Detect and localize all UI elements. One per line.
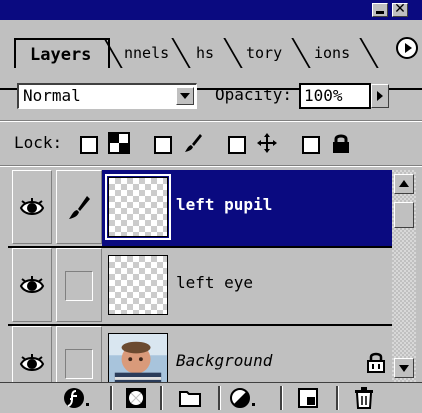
scroll-thumb[interactable] — [394, 202, 414, 228]
chevron-down-icon[interactable] — [176, 87, 194, 105]
vertical-scrollbar[interactable] — [392, 170, 416, 382]
new-layer-icon — [298, 388, 318, 408]
layer-info[interactable]: Background — [102, 326, 392, 382]
visibility-toggle[interactable] — [12, 248, 52, 322]
trash-icon — [355, 387, 373, 409]
layer-name: left eye — [176, 273, 254, 292]
layer-thumbnail — [108, 255, 168, 315]
lock-position-checkbox[interactable] — [228, 136, 246, 154]
tab-divider — [359, 38, 379, 68]
toolbar-divider — [336, 386, 339, 410]
eye-icon — [19, 276, 45, 293]
lock-image-checkbox[interactable] — [154, 136, 172, 154]
layer-thumbnail — [105, 174, 171, 240]
link-box — [65, 349, 93, 379]
layer-info[interactable]: left eye — [102, 248, 392, 324]
tab-channels[interactable]: nnels — [124, 40, 178, 66]
new-layer-button[interactable] — [288, 386, 328, 410]
palette-tab-row: Layers nnels hs tory ions — [0, 20, 422, 90]
adjustment-layer-button[interactable] — [224, 386, 264, 410]
lock-all-checkbox[interactable] — [302, 136, 320, 154]
tab-history[interactable]: tory — [246, 40, 288, 66]
close-icon: ✕ — [394, 1, 406, 17]
layer-row[interactable]: Background — [8, 326, 392, 382]
blend-mode-value: Normal — [23, 86, 81, 105]
opacity-input[interactable]: 100% — [299, 83, 371, 109]
brush-icon — [185, 134, 202, 152]
new-set-icon — [179, 391, 201, 407]
layer-style-button[interactable] — [58, 386, 98, 410]
tab-divider — [291, 38, 311, 68]
move-cross-icon — [257, 133, 277, 153]
link-box — [65, 271, 93, 301]
opacity-slider-button[interactable] — [371, 84, 389, 108]
new-set-button[interactable] — [170, 386, 210, 410]
layer-style-icon — [64, 388, 89, 408]
toolbar-divider — [280, 386, 283, 410]
layer-link-cell[interactable] — [56, 170, 102, 244]
layer-row[interactable]: left eye — [8, 248, 392, 326]
palette-menu-button[interactable] — [396, 37, 418, 59]
tab-paths[interactable]: hs — [196, 40, 224, 66]
add-mask-button[interactable] — [116, 386, 156, 410]
divider — [0, 120, 422, 122]
blend-mode-select[interactable]: Normal — [17, 83, 197, 109]
tab-layers[interactable]: Layers — [14, 38, 110, 68]
layers-palette: ✕ Layers nnels hs tory ions Normal Opaci… — [0, 0, 422, 413]
visibility-toggle[interactable] — [12, 326, 52, 382]
transparency-checker-icon — [108, 132, 130, 154]
tab-divider — [223, 38, 243, 68]
layer-row[interactable]: left pupil — [8, 170, 392, 248]
toolbar-divider — [160, 386, 163, 410]
divider — [0, 165, 422, 167]
lock-transparency-checkbox[interactable] — [80, 136, 98, 154]
lock-label: Lock: — [14, 133, 63, 152]
minimize-button[interactable] — [372, 3, 388, 17]
layer-info[interactable]: left pupil — [102, 170, 392, 246]
palette-title-bar[interactable]: ✕ — [0, 0, 422, 20]
add-mask-icon — [126, 388, 146, 408]
layers-list: left pupil left eye Background — [8, 170, 392, 382]
padlock-icon — [333, 134, 349, 153]
toolbar-divider — [218, 386, 221, 410]
eye-icon — [19, 198, 45, 215]
scroll-down-button[interactable] — [394, 358, 414, 378]
opacity-label: Opacity: — [215, 85, 293, 104]
layer-link-cell[interactable] — [56, 326, 102, 382]
tab-actions[interactable]: ions — [314, 40, 358, 66]
adjustment-layer-icon — [230, 388, 255, 408]
close-button[interactable]: ✕ — [392, 1, 408, 17]
palette-toolbar — [0, 382, 422, 413]
layer-link-cell[interactable] — [56, 248, 102, 322]
layer-name: Background — [176, 351, 273, 370]
delete-layer-button[interactable] — [344, 386, 384, 410]
scroll-up-button[interactable] — [394, 174, 414, 194]
toolbar-divider — [110, 386, 113, 410]
brush-icon — [69, 196, 90, 219]
layer-lock-icon — [367, 352, 385, 373]
visibility-toggle[interactable] — [12, 170, 52, 244]
layer-name: left pupil — [176, 195, 273, 214]
eye-icon — [19, 354, 45, 371]
baby-photo-thumbnail — [108, 333, 168, 382]
